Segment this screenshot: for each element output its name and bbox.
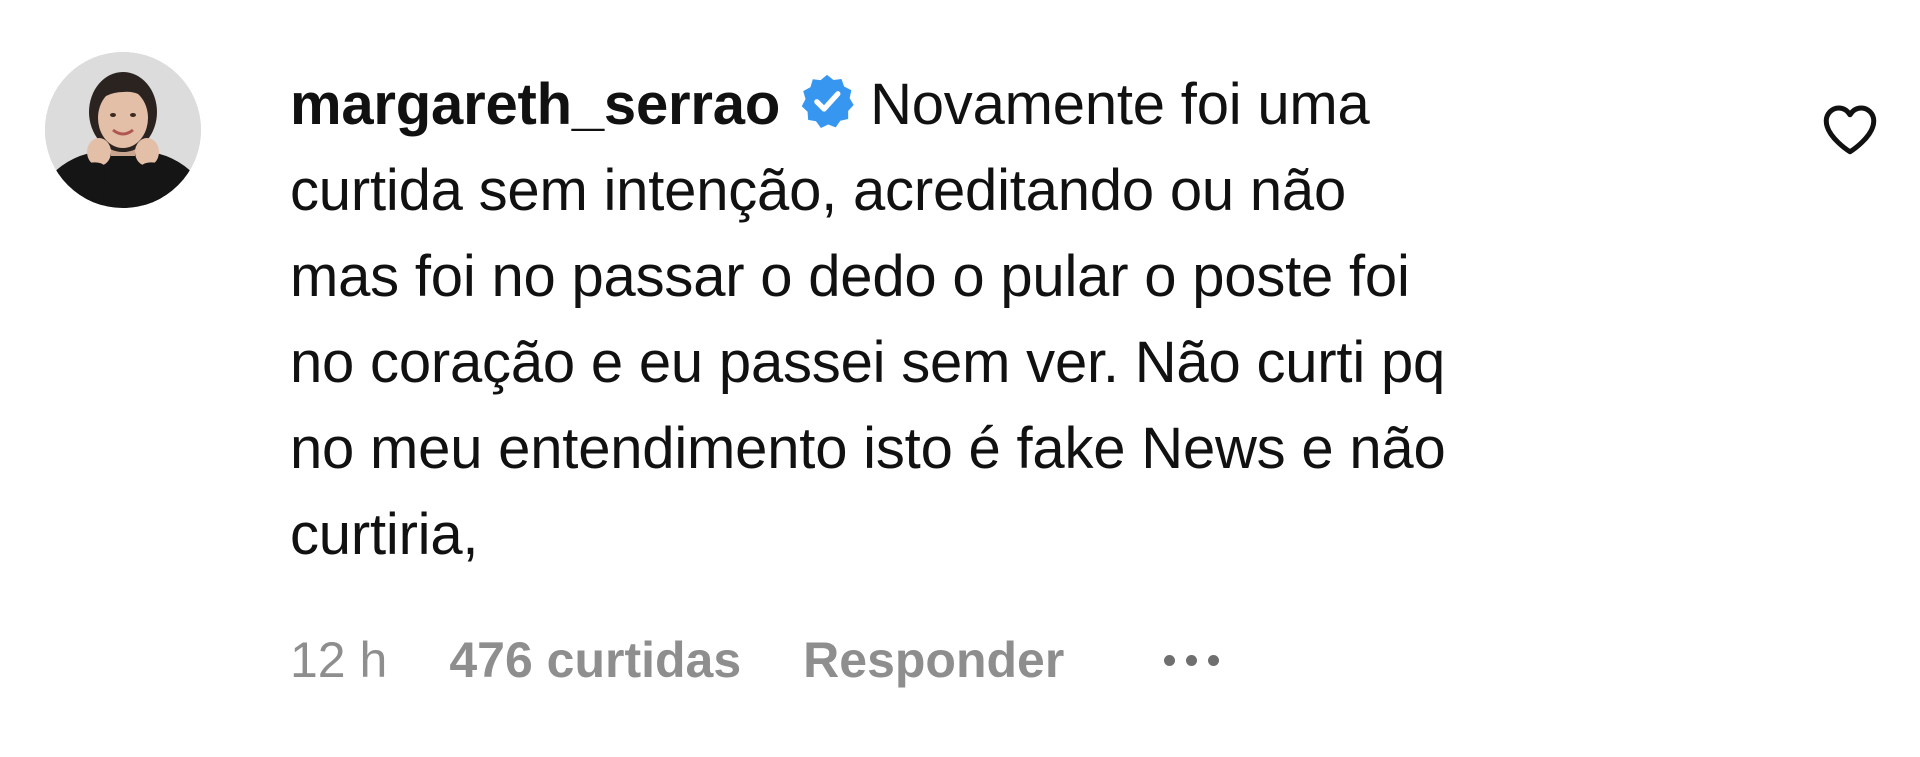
comment-meta: 12 h 476 curtidas Responder [290,630,1220,690]
comment-text-line: mas foi no passar o dedo o pular o poste… [290,244,1410,309]
comment-content: margareth_serrao Novamente foi uma curti… [290,62,1730,578]
more-dot [1164,654,1176,666]
comment-text-line: no coração e eu passei sem ver. Não curt… [290,330,1446,395]
heart-icon[interactable] [1820,100,1880,156]
verified-badge-icon [798,72,856,130]
more-dot [1208,654,1220,666]
comment: margareth_serrao Novamente foi uma curti… [0,0,1920,757]
reply-button[interactable]: Responder [803,631,1064,689]
comment-text: margareth_serrao Novamente foi uma curti… [290,62,1730,578]
avatar-image [45,52,201,208]
more-options-icon[interactable] [1164,630,1220,690]
username[interactable]: margareth_serrao [290,72,780,137]
comment-line: margareth_serrao Novamente foi uma [290,62,1730,148]
more-dot [1186,654,1198,666]
comment-text-line: no meu entendimento isto é fake News e n… [290,416,1446,481]
comment-text-line: curtida sem intenção, acreditando ou não [290,158,1347,223]
comment-text-line: curtiria, [290,502,479,567]
comment-time: 12 h [290,632,388,688]
avatar[interactable] [45,52,201,208]
likes-count-link[interactable]: 476 curtidas [449,631,741,689]
comment-text-line: Novamente foi uma [870,72,1370,137]
